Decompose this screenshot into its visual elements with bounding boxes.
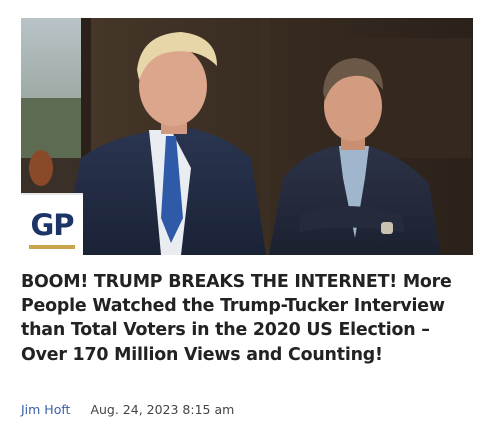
- publish-date: Aug. 24, 2023 8:15 am: [90, 402, 235, 417]
- gp-logo-text: GP: [30, 207, 74, 242]
- article-meta: Jim Hoft Aug. 24, 2023 8:15 am: [21, 402, 234, 418]
- gp-logo-underline: [29, 245, 75, 249]
- article-headline[interactable]: BOOM! TRUMP BREAKS THE INTERNET! More Pe…: [21, 270, 469, 367]
- thumbnail-photo: [21, 18, 473, 255]
- article-card: GP BOOM! TRUMP BREAKS THE INTERNET! More…: [0, 0, 490, 430]
- gp-logo: GP: [21, 193, 83, 255]
- article-thumbnail[interactable]: GP: [21, 18, 473, 255]
- author-link[interactable]: Jim Hoft: [21, 402, 70, 417]
